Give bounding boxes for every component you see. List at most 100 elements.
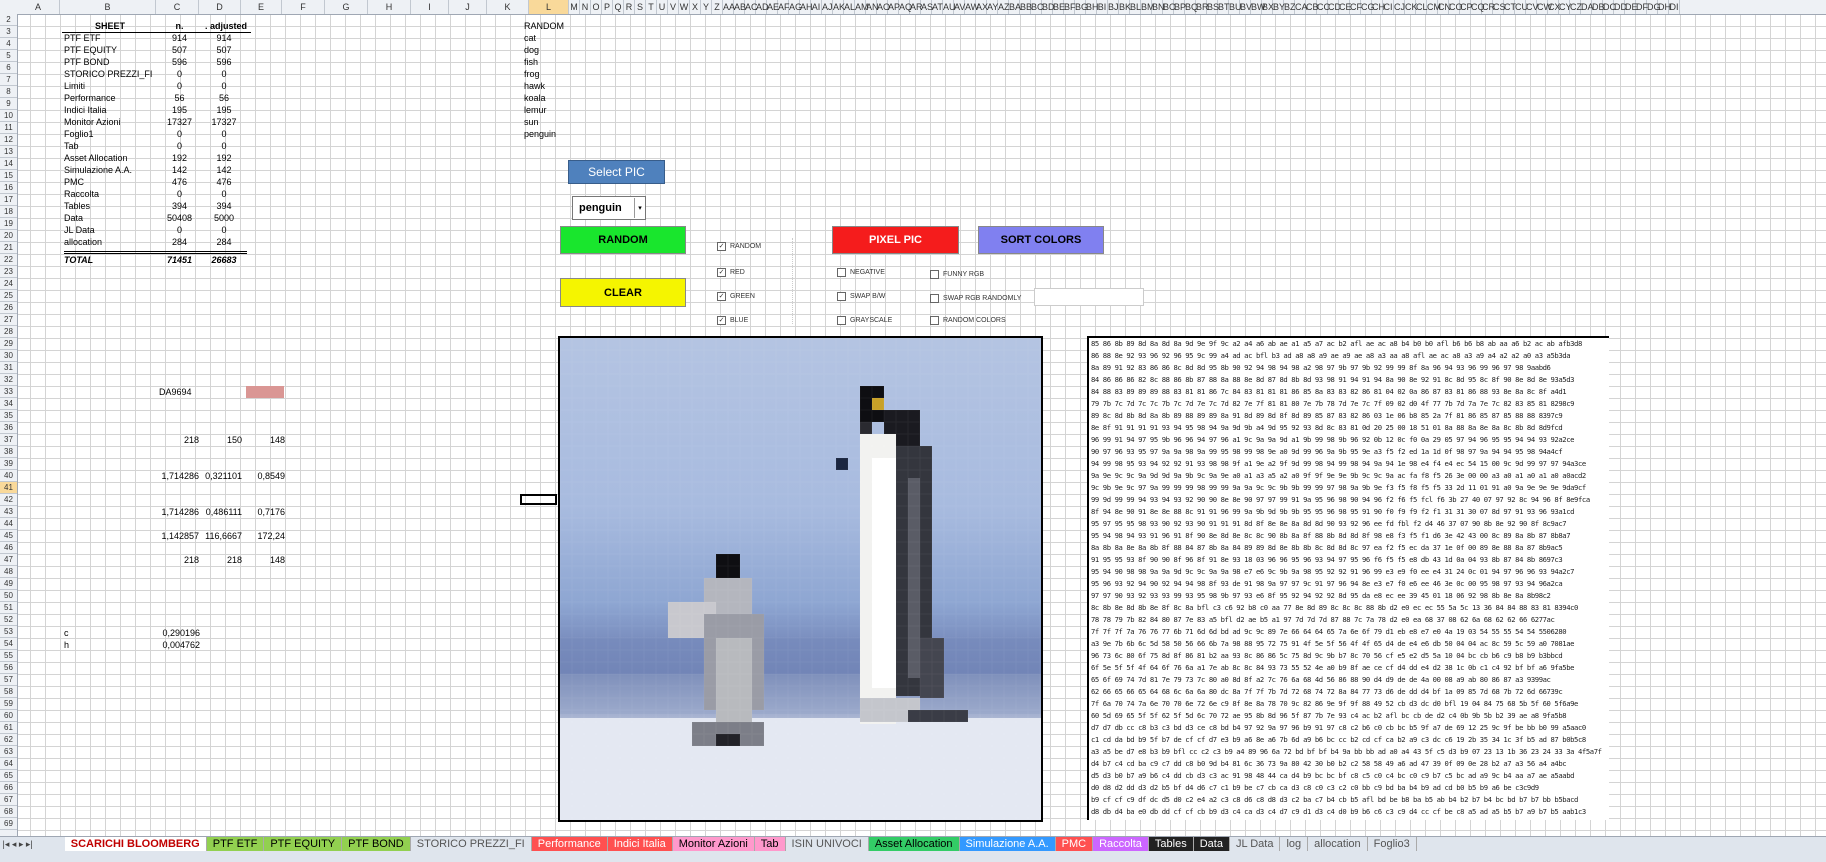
column-header-bb[interactable]: BB: [1020, 0, 1032, 14]
row-header-24[interactable]: 24: [0, 278, 17, 290]
row-header-46[interactable]: 46: [0, 542, 17, 554]
column-header-k[interactable]: K: [487, 0, 529, 14]
pic-dropdown[interactable]: penguin ▾: [572, 196, 646, 220]
column-header-cv[interactable]: CV: [1526, 0, 1539, 14]
column-header-by[interactable]: BY: [1273, 0, 1285, 14]
column-header-ac[interactable]: AC: [745, 0, 758, 14]
column-header-r[interactable]: R: [624, 0, 635, 14]
column-header-bl[interactable]: BL: [1130, 0, 1141, 14]
row-header-52[interactable]: 52: [0, 614, 17, 626]
row-header-8[interactable]: 8: [0, 86, 17, 98]
tab-tables[interactable]: Tables: [1148, 837, 1194, 851]
column-header-t[interactable]: T: [646, 0, 657, 14]
column-header-j[interactable]: J: [449, 0, 487, 14]
row-header-4[interactable]: 4: [0, 38, 17, 50]
row-header-40[interactable]: 40: [0, 470, 17, 482]
random-button[interactable]: RANDOM: [560, 226, 686, 254]
column-header-ba[interactable]: BA: [1009, 0, 1021, 14]
row-header-16[interactable]: 16: [0, 182, 17, 194]
column-header-cm[interactable]: CM: [1427, 0, 1441, 14]
column-header-h[interactable]: H: [368, 0, 411, 14]
column-header-bm[interactable]: BM: [1141, 0, 1155, 14]
row-header-29[interactable]: 29: [0, 338, 17, 350]
column-header-ax[interactable]: AX: [976, 0, 988, 14]
row-header-18[interactable]: 18: [0, 206, 17, 218]
column-header-co[interactable]: CO: [1449, 0, 1463, 14]
tab-storico-prezzi-fi[interactable]: STORICO PREZZI_FI: [410, 837, 532, 851]
column-header-ci[interactable]: CI: [1383, 0, 1394, 14]
row-header-23[interactable]: 23: [0, 266, 17, 278]
row-header-68[interactable]: 68: [0, 806, 17, 818]
column-header-ck[interactable]: CK: [1405, 0, 1418, 14]
column-header-bq[interactable]: BQ: [1185, 0, 1198, 14]
row-header-7[interactable]: 7: [0, 74, 17, 86]
column-header-aq[interactable]: AQ: [899, 0, 912, 14]
row-header-45[interactable]: 45: [0, 530, 17, 542]
sort-colors-button[interactable]: SORT COLORS: [978, 226, 1104, 254]
column-header-an[interactable]: AN: [866, 0, 879, 14]
row-header-47[interactable]: 47: [0, 554, 17, 566]
column-header-v[interactable]: V: [668, 0, 679, 14]
tab-navigation-arrows[interactable]: |◂ ◂ ▸ ▸|: [0, 839, 62, 850]
column-header-bo[interactable]: BO: [1163, 0, 1176, 14]
row-header-41[interactable]: 41: [0, 482, 17, 494]
column-header-df[interactable]: DF: [1636, 0, 1648, 14]
column-header-at[interactable]: AT: [932, 0, 943, 14]
row-header-20[interactable]: 20: [0, 230, 17, 242]
column-header-cg[interactable]: CG: [1361, 0, 1375, 14]
column-header-m[interactable]: M: [569, 0, 580, 14]
column-header-bk[interactable]: BK: [1119, 0, 1131, 14]
column-header-dd[interactable]: DD: [1614, 0, 1627, 14]
row-header-5[interactable]: 5: [0, 50, 17, 62]
row-header-33[interactable]: 33: [0, 386, 17, 398]
column-header-bp[interactable]: BP: [1174, 0, 1186, 14]
column-header-di[interactable]: DI: [1669, 0, 1680, 14]
red-checkbox[interactable]: ✓ RED: [717, 268, 745, 277]
column-header-cb[interactable]: CB: [1306, 0, 1319, 14]
row-header-9[interactable]: 9: [0, 98, 17, 110]
column-header-bh[interactable]: BH: [1086, 0, 1099, 14]
row-header-28[interactable]: 28: [0, 326, 17, 338]
column-header-l[interactable]: L: [529, 0, 569, 14]
column-header-dc[interactable]: DC: [1603, 0, 1616, 14]
row-header-64[interactable]: 64: [0, 758, 17, 770]
row-header-39[interactable]: 39: [0, 458, 17, 470]
row-header-53[interactable]: 53: [0, 626, 17, 638]
column-header-cc[interactable]: CC: [1317, 0, 1330, 14]
row-header-25[interactable]: 25: [0, 290, 17, 302]
row-header-57[interactable]: 57: [0, 674, 17, 686]
column-header-d[interactable]: D: [199, 0, 241, 14]
column-header-am[interactable]: AM: [855, 0, 869, 14]
row-header-14[interactable]: 14: [0, 158, 17, 170]
column-header-ai[interactable]: AI: [811, 0, 822, 14]
tab-pmc[interactable]: PMC: [1055, 837, 1094, 851]
column-header-ad[interactable]: AD: [756, 0, 769, 14]
column-header-da[interactable]: DA: [1581, 0, 1594, 14]
column-header-q[interactable]: Q: [613, 0, 624, 14]
negative-checkbox[interactable]: NEGATIVE: [837, 268, 885, 277]
column-header-av[interactable]: AV: [954, 0, 965, 14]
tab-raccolta[interactable]: Raccolta: [1093, 837, 1149, 851]
row-header-67[interactable]: 67: [0, 794, 17, 806]
column-header-bt[interactable]: BT: [1218, 0, 1230, 14]
swap-bw-checkbox[interactable]: SWAP B/W: [837, 292, 885, 301]
column-header-aa[interactable]: AA: [723, 0, 735, 14]
column-header-cz[interactable]: CZ: [1570, 0, 1582, 14]
tab-simulazione-a-a-[interactable]: Simulazione A.A.: [959, 837, 1056, 851]
tab-indici-italia[interactable]: Indici Italia: [607, 837, 673, 851]
tab-ptf-equity[interactable]: PTF EQUITY: [264, 837, 343, 851]
tab-monitor-azioni[interactable]: Monitor Azioni: [672, 837, 755, 851]
column-header-cs[interactable]: CS: [1493, 0, 1506, 14]
column-header-cj[interactable]: CJ: [1394, 0, 1405, 14]
column-header-ay[interactable]: AY: [987, 0, 998, 14]
column-header-aw[interactable]: AW: [965, 0, 979, 14]
row-header-19[interactable]: 19: [0, 218, 17, 230]
column-header-ao[interactable]: AO: [877, 0, 890, 14]
column-header-ct[interactable]: CT: [1504, 0, 1516, 14]
row-header-43[interactable]: 43: [0, 506, 17, 518]
column-header-ce[interactable]: CE: [1339, 0, 1352, 14]
column-header-bf[interactable]: BF: [1064, 0, 1076, 14]
row-header-10[interactable]: 10: [0, 110, 17, 122]
column-header-as[interactable]: AS: [921, 0, 933, 14]
row-header-37[interactable]: 37: [0, 434, 17, 446]
